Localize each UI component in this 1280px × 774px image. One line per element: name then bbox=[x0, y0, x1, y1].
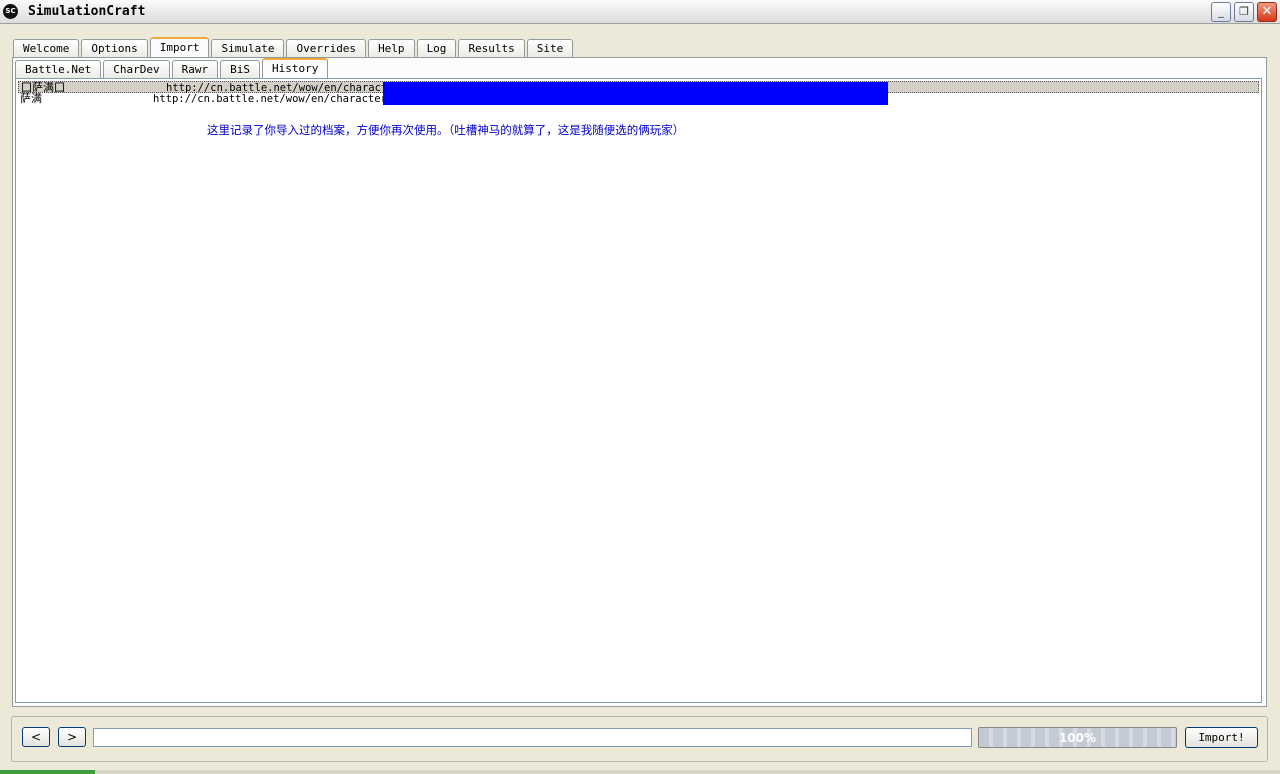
import-button[interactable]: Import! bbox=[1185, 727, 1258, 748]
title-bar: SC SimulationCraft _ ❐ ✕ bbox=[0, 0, 1280, 24]
taskbar-strip bbox=[0, 770, 1280, 774]
progress-bar: 100% bbox=[978, 727, 1177, 748]
import-sub-tab-bar: Battle.Net CharDev Rawr BiS History bbox=[15, 58, 330, 78]
tab-simulate[interactable]: Simulate bbox=[211, 39, 285, 57]
app-icon: SC bbox=[3, 4, 18, 19]
history-list[interactable]: 囗萨满囗 http://cn.battle.net/wow/en/charact… bbox=[15, 78, 1262, 703]
tab-options[interactable]: Options bbox=[81, 39, 148, 57]
forward-button[interactable]: > bbox=[58, 727, 86, 747]
annotation-note: 这里记录了你导入过的档案，方便你再次使用。（吐槽神马的就算了，这是我随便选的俩玩… bbox=[207, 123, 685, 137]
tab-overrides[interactable]: Overrides bbox=[286, 39, 367, 57]
tab-chardev[interactable]: CharDev bbox=[103, 60, 170, 78]
tab-results[interactable]: Results bbox=[458, 39, 525, 57]
maximize-button[interactable]: ❐ bbox=[1234, 2, 1254, 22]
url-input[interactable] bbox=[93, 728, 972, 747]
taskbar-start[interactable] bbox=[0, 770, 95, 774]
progress-text: 100% bbox=[1058, 731, 1097, 745]
main-tab-bar: Welcome Options Import Simulate Override… bbox=[13, 37, 575, 57]
redaction-block bbox=[383, 82, 888, 105]
tab-log[interactable]: Log bbox=[416, 39, 457, 57]
tab-welcome[interactable]: Welcome bbox=[13, 39, 80, 57]
tab-import[interactable]: Import bbox=[149, 37, 210, 57]
tab-bis[interactable]: BiS bbox=[220, 60, 260, 78]
minimize-button[interactable]: _ bbox=[1211, 2, 1231, 22]
history-row-url: http://cn.battle.net/wow/en/character/% bbox=[153, 93, 400, 105]
tab-history[interactable]: History bbox=[261, 58, 329, 78]
history-row-name: 萨满 bbox=[20, 92, 42, 105]
tab-battlenet[interactable]: Battle.Net bbox=[15, 60, 102, 78]
close-button[interactable]: ✕ bbox=[1257, 2, 1277, 22]
back-button[interactable]: < bbox=[22, 727, 50, 747]
tab-help[interactable]: Help bbox=[368, 39, 415, 57]
tab-site[interactable]: Site bbox=[526, 39, 574, 57]
tab-rawr[interactable]: Rawr bbox=[171, 60, 219, 78]
window-title: SimulationCraft bbox=[28, 4, 146, 19]
